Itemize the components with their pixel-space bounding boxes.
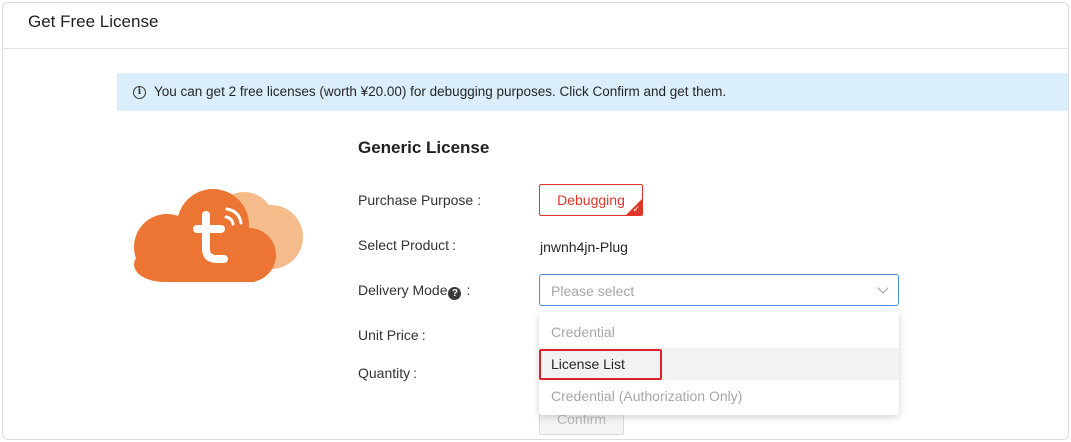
debugging-option-button[interactable]: Debugging ✓ (539, 184, 643, 216)
delivery-mode-dropdown: Credential License List Credential (Auth… (539, 312, 899, 415)
label-colon: : (421, 327, 426, 343)
dropdown-option-license-list[interactable]: License List (539, 348, 899, 380)
chevron-down-icon (877, 282, 889, 294)
dropdown-option-credential-authorization-only[interactable]: Credential (Authorization Only) (539, 380, 899, 412)
check-icon: ✓ (632, 204, 640, 214)
label-colon: : (477, 192, 482, 208)
purchase-purpose-label-text: Purchase Purpose (358, 192, 474, 208)
delivery-mode-label: Delivery Mode?: (358, 282, 470, 300)
quantity-label: Quantity: (358, 365, 417, 381)
select-product-label: Select Product: (358, 237, 456, 253)
info-banner: i You can get 2 free licenses (worth ¥20… (117, 73, 1068, 111)
label-colon: : (413, 365, 418, 381)
selected-product-value: jnwnh4jn-Plug (540, 239, 628, 255)
highlight-annotation-box (539, 349, 662, 380)
delivery-mode-select[interactable]: Please select (539, 274, 899, 306)
debugging-option-label: Debugging (557, 192, 625, 208)
label-colon: : (452, 237, 456, 253)
unit-price-label: Unit Price: (358, 327, 426, 343)
info-icon: i (133, 86, 146, 99)
section-title: Generic License (358, 138, 490, 157)
panel-header: Get Free License (3, 3, 1068, 49)
info-banner-text: You can get 2 free licenses (worth ¥20.0… (154, 84, 727, 99)
dropdown-option-credential[interactable]: Credential (539, 316, 899, 348)
help-icon[interactable]: ? (448, 287, 462, 300)
select-product-label-text: Select Product (358, 237, 450, 253)
label-colon: : (466, 282, 471, 298)
delivery-mode-placeholder: Please select (551, 283, 635, 299)
unit-price-label-text: Unit Price (358, 327, 419, 343)
tuya-cloud-logo (134, 189, 303, 282)
page-title: Get Free License (28, 12, 159, 31)
get-free-license-panel: Get Free License i You can get 2 free li… (2, 2, 1069, 440)
delivery-mode-label-text: Delivery Mode (358, 282, 448, 298)
quantity-label-text: Quantity (358, 365, 411, 381)
purchase-purpose-label: Purchase Purpose: (358, 192, 481, 208)
